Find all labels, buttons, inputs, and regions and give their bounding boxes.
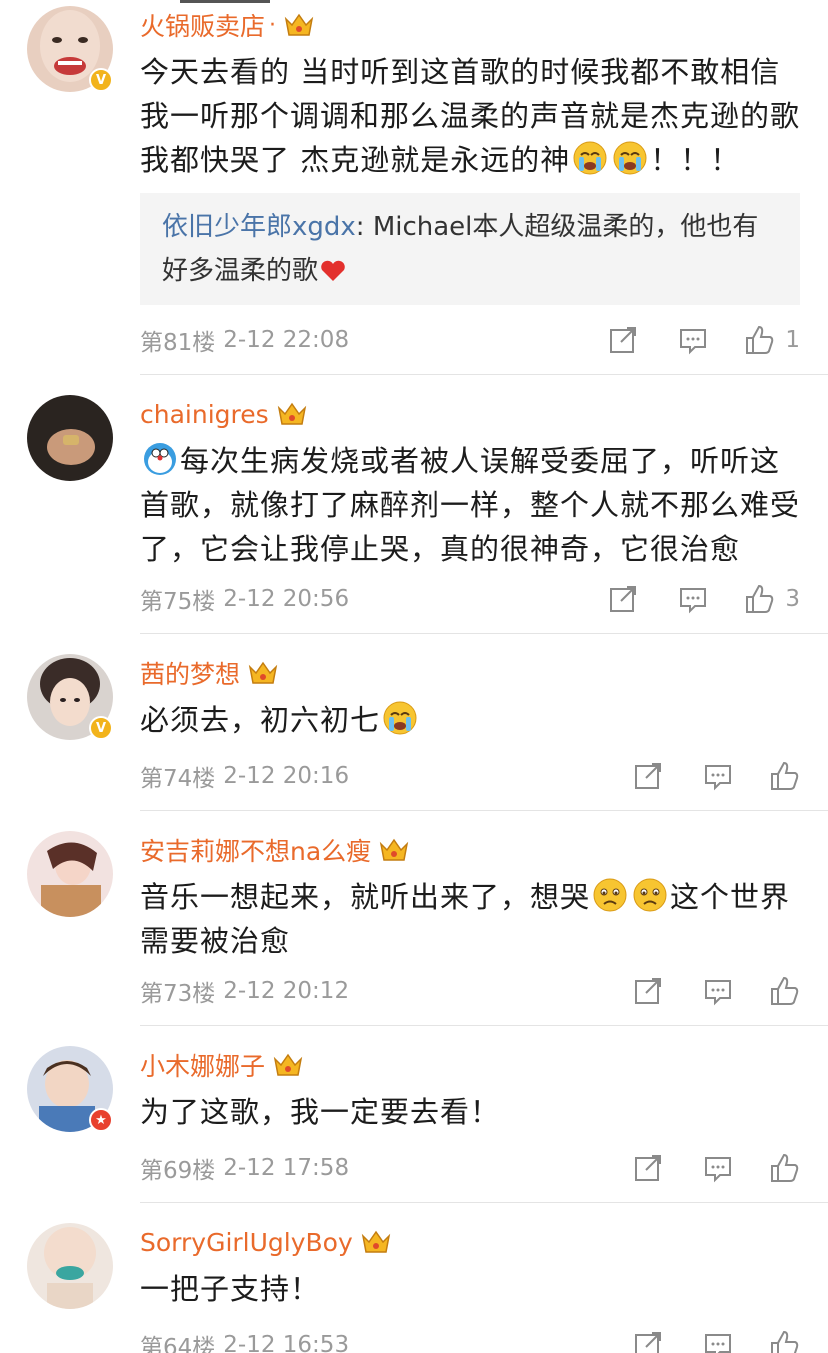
comment-text-main: 音乐一想起来，就听出来了，想哭 <box>140 880 591 914</box>
comment-item: SorryGirlUglyBoy 一把子支持！ 第64楼 2-12 16:53 <box>0 1203 828 1353</box>
comment-text-main: 每次生病发烧或者被人误解受委屈了，听听这首歌，就像打了麻醉剂一样，整个人就不那么… <box>140 444 801 566</box>
avatar[interactable] <box>27 1223 113 1309</box>
avatar-image <box>27 831 113 917</box>
timestamp: 2-12 16:53 <box>223 1332 350 1353</box>
floor-number: 第81楼 <box>140 330 216 356</box>
share-icon[interactable] <box>632 1152 664 1184</box>
timestamp: 2-12 17:58 <box>223 1155 350 1181</box>
comment-icon[interactable] <box>702 1329 734 1353</box>
comment-text: 每次生病发烧或者被人误解受委屈了，听听这首歌，就像打了麻醉剂一样，整个人就不那么… <box>140 439 800 571</box>
comment-item: V 火锅贩卖店 · 今天去看的 当时听到这首歌的时候我都不敢相信我一听那个调调和… <box>0 0 828 375</box>
avatar[interactable]: ★ <box>27 1046 113 1132</box>
username[interactable]: 茜的梦想 <box>140 655 240 691</box>
comment-item: 安吉莉娜不想na么瘦 音乐一想起来，就听出来了，想哭 这个世界需要被治愈 第73楼… <box>0 811 828 1026</box>
like-count: 3 <box>785 586 800 612</box>
comment-text: 今天去看的 当时听到这首歌的时候我都不敢相信我一听那个调调和那么温柔的声音就是杰… <box>140 50 800 182</box>
comment-icon[interactable] <box>702 760 734 792</box>
thumbs-up-icon[interactable] <box>768 1152 800 1184</box>
member-badge: ★ <box>89 1108 113 1132</box>
comment-text-main: 为了这歌，我一定要去看！ <box>140 1095 501 1129</box>
avatar-image <box>27 1223 113 1309</box>
comment-item: chainigres 每次生病发烧或者被人误解受委屈了，听听这首歌，就像打了麻醉… <box>0 375 828 633</box>
comment-icon[interactable] <box>702 975 734 1007</box>
like-button[interactable] <box>768 975 800 1007</box>
like-button[interactable] <box>768 1329 800 1353</box>
crown-icon <box>284 13 314 36</box>
floor-number: 第64楼 <box>140 1335 216 1353</box>
avatar[interactable]: V <box>27 654 113 740</box>
floor-number: 第74楼 <box>140 766 216 792</box>
crown-icon <box>361 1230 390 1253</box>
floor-number: 第69楼 <box>140 1158 216 1184</box>
comment-item: V 茜的梦想 必须去，初六初七 第74楼 2-12 20:16 <box>0 634 828 810</box>
like-button[interactable] <box>768 760 800 792</box>
comment-text: 一把子支持！ <box>140 1267 800 1311</box>
avatar-image <box>27 395 113 481</box>
reply-box[interactable]: 依旧少年郎xgdx: Michael本人超级温柔的，他也有好多温柔的歌 <box>140 193 800 305</box>
username[interactable]: chainigres <box>140 400 269 429</box>
comment-icon[interactable] <box>702 1152 734 1184</box>
like-button[interactable]: 1 <box>743 324 800 356</box>
avatar[interactable] <box>27 831 113 917</box>
like-button[interactable] <box>768 1152 800 1184</box>
sad-emoji-icon <box>593 878 627 912</box>
crying-emoji-icon <box>383 701 417 735</box>
timestamp: 2-12 20:12 <box>223 978 350 1004</box>
username[interactable]: SorryGirlUglyBoy <box>140 1228 353 1257</box>
comment-text: 必须去，初六初七 <box>140 698 800 742</box>
comment-text-exclaim: ！！！ <box>650 143 741 177</box>
username[interactable]: 小木娜娜子 <box>140 1047 265 1083</box>
like-button[interactable]: 3 <box>743 583 800 615</box>
share-icon[interactable] <box>632 1329 664 1353</box>
share-icon[interactable] <box>632 760 664 792</box>
reply-username[interactable]: 依旧少年郎xgdx <box>162 212 356 242</box>
timestamp: 2-12 22:08 <box>223 327 350 353</box>
verified-badge: V <box>89 716 113 740</box>
thumbs-up-icon[interactable] <box>743 324 775 356</box>
share-icon[interactable] <box>607 583 639 615</box>
thumbs-up-icon[interactable] <box>768 760 800 792</box>
avatar[interactable] <box>27 395 113 481</box>
avatar[interactable]: V <box>27 6 113 92</box>
crying-emoji-icon <box>613 141 647 175</box>
like-count: 1 <box>785 327 800 353</box>
verified-badge: V <box>89 68 113 92</box>
comment-icon[interactable] <box>677 324 709 356</box>
share-icon[interactable] <box>607 324 639 356</box>
thumbs-up-icon[interactable] <box>768 1329 800 1353</box>
doraemon-emoji-icon <box>144 443 176 475</box>
username-dot: · <box>269 12 277 38</box>
username[interactable]: 安吉莉娜不想na么瘦 <box>140 832 371 868</box>
crown-icon <box>379 838 409 861</box>
crown-icon <box>273 1053 303 1076</box>
floor-number: 第73楼 <box>140 981 216 1007</box>
crown-icon <box>248 661 278 684</box>
comment-text-main: 必须去，初六初七 <box>140 703 381 737</box>
floor-number: 第75楼 <box>140 589 216 615</box>
comment-text: 音乐一想起来，就听出来了，想哭 这个世界需要被治愈 <box>140 875 800 963</box>
crying-emoji-icon <box>573 141 607 175</box>
crown-icon <box>277 402 306 425</box>
comment-text-main: 一把子支持！ <box>140 1272 321 1306</box>
username[interactable]: 火锅贩卖店 <box>140 7 265 43</box>
comment-item: ★ 小木娜娜子 为了这歌，我一定要去看！ 第69楼 2-12 17:58 <box>0 1026 828 1202</box>
comment-icon[interactable] <box>677 583 709 615</box>
comment-text: 为了这歌，我一定要去看！ <box>140 1090 800 1134</box>
sad-emoji-icon <box>633 878 667 912</box>
share-icon[interactable] <box>632 975 664 1007</box>
timestamp: 2-12 20:56 <box>223 586 350 612</box>
timestamp: 2-12 20:16 <box>223 763 350 789</box>
thumbs-up-icon[interactable] <box>743 583 775 615</box>
red-heart-icon <box>321 260 345 281</box>
thumbs-up-icon[interactable] <box>768 975 800 1007</box>
